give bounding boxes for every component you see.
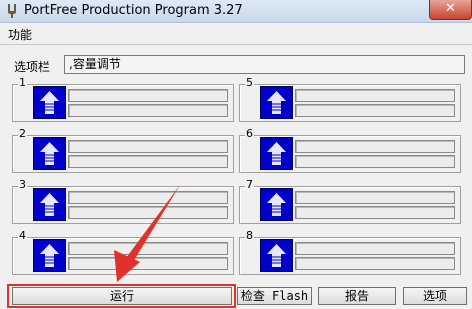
slot-status-bar <box>68 155 228 168</box>
slot-number: 4 <box>18 229 27 242</box>
slot-progress-bar <box>68 242 228 255</box>
slot-status-bar <box>68 104 228 117</box>
close-icon: ✕ <box>445 1 456 16</box>
port-slot-4: 4 <box>12 229 234 275</box>
title-bar: PortFree Production Program 3.27 ✕ <box>0 0 472 23</box>
slot-status-bar <box>68 206 228 219</box>
slot-progress-bar <box>295 140 455 153</box>
slot-progress-bar <box>295 242 455 255</box>
slot-number: 1 <box>18 76 27 89</box>
slot-number: 8 <box>245 229 254 242</box>
run-button[interactable]: 运行 <box>12 287 232 305</box>
port-slot-2: 2 <box>12 127 234 173</box>
up-arrow-icon <box>33 239 66 272</box>
slot-number: 3 <box>18 178 27 191</box>
port-slot-1: 1 <box>12 76 234 122</box>
slot-status-bar <box>68 257 228 270</box>
slot-number: 2 <box>18 127 27 140</box>
slot-progress-bar <box>68 191 228 204</box>
options-button[interactable]: 选项 <box>403 287 467 305</box>
report-button[interactable]: 报告 <box>318 287 396 305</box>
slot-status-bar <box>295 206 455 219</box>
up-arrow-icon <box>260 137 293 170</box>
slot-number: 5 <box>245 76 254 89</box>
slot-status-bar <box>295 155 455 168</box>
slot-progress-bar <box>68 89 228 102</box>
check-flash-button[interactable]: 检查 Flash <box>237 287 312 305</box>
slot-progress-bar <box>295 191 455 204</box>
up-arrow-icon <box>33 86 66 119</box>
up-arrow-icon <box>33 188 66 221</box>
slot-status-bar <box>295 104 455 117</box>
slot-progress-bar <box>295 89 455 102</box>
up-arrow-icon <box>260 239 293 272</box>
up-arrow-icon <box>33 137 66 170</box>
port-slot-5: 5 <box>239 76 461 122</box>
up-arrow-icon <box>260 86 293 119</box>
menu-function[interactable]: 功能 <box>8 26 32 43</box>
options-bar-field[interactable]: ,容量调节 <box>64 55 465 74</box>
options-bar-label: 选项栏 <box>14 60 51 74</box>
slot-number: 6 <box>245 127 254 140</box>
slot-progress-bar <box>68 140 228 153</box>
slot-number: 7 <box>245 178 254 191</box>
port-slot-8: 8 <box>239 229 461 275</box>
slot-status-bar <box>295 257 455 270</box>
menu-divider <box>0 44 472 45</box>
port-slot-3: 3 <box>12 178 234 224</box>
window-title: PortFree Production Program 3.27 <box>24 3 243 18</box>
port-slot-7: 7 <box>239 178 461 224</box>
close-button[interactable]: ✕ <box>429 0 472 20</box>
menu-bar: 功能 <box>0 23 472 43</box>
up-arrow-icon <box>260 188 293 221</box>
port-slot-6: 6 <box>239 127 461 173</box>
app-icon <box>8 4 16 18</box>
